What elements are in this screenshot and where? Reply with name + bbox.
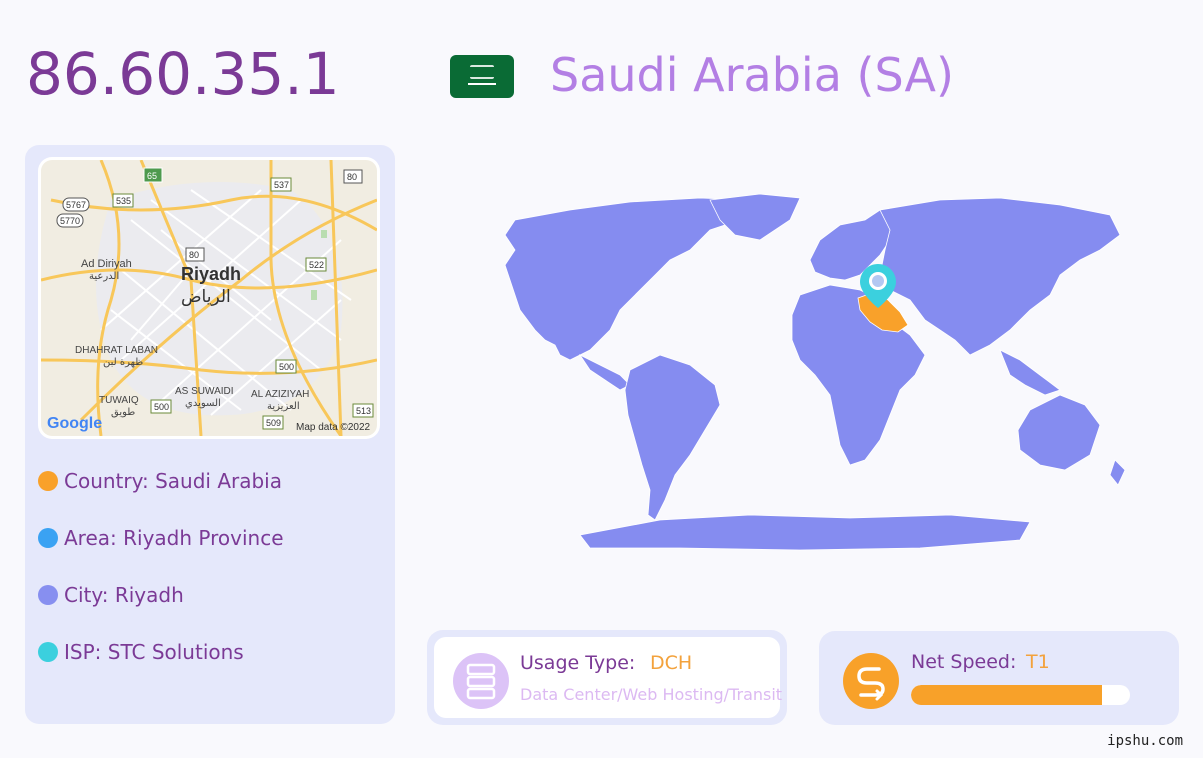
south-america [624,354,721,521]
road-shield: 80 [189,250,199,260]
map-label-ar: السويدي [185,398,221,409]
usage-type-inner: Usage Type: DCH Data Center/Web Hosting/… [434,637,783,718]
map-label-en: AL AZIZIYAH [251,389,309,400]
road-shield: 522 [309,260,324,270]
se-asia [999,349,1061,396]
north-america [504,197,751,361]
info-isp: ISP: STC Solutions [38,640,244,664]
info-area-label: Area: Riyadh Province [64,526,284,550]
isp-dot-icon [38,642,58,662]
road-shield: 513 [356,406,371,416]
road-shield: 5767 [66,200,86,210]
speed-route-icon [843,653,899,709]
info-area: Area: Riyadh Province [38,526,284,550]
ip-address: 86.60.35.1 [26,40,340,108]
saudi-flag-icon [450,55,514,98]
location-panel: Riyadh الرياض Ad Diriyah الدرعية DHAHRAT… [25,145,395,724]
area-dot-icon [38,528,58,548]
usage-type-value: DCH [650,652,693,674]
antarctica [579,514,1031,551]
road-shield: 500 [154,402,169,412]
city-map[interactable]: Riyadh الرياض Ad Diriyah الدرعية DHAHRAT… [38,157,380,439]
net-speed-bar-fill [911,685,1102,705]
road-shield: 80 [347,172,357,182]
africa [791,284,926,466]
map-label-ar: العزيزية [267,401,300,412]
road-shield: 5770 [60,216,80,226]
google-logo: Google [47,415,102,432]
net-speed-bar [911,685,1130,705]
australia [1017,394,1101,471]
road-shield: 535 [116,196,131,206]
road-shield: 65 [147,171,157,181]
asia [879,197,1121,356]
road-shield: 500 [279,362,294,372]
country-dot-icon [38,471,58,491]
country-title: Saudi Arabia (SA) [550,48,954,102]
map-city-ar: الرياض [181,287,231,307]
net-speed-card: Net Speed: T1 [819,631,1179,725]
info-country: Country: Saudi Arabia [38,469,282,493]
world-map [504,193,1126,551]
usage-type-card: Usage Type: DCH Data Center/Web Hosting/… [427,630,787,725]
net-speed-value: T1 [1026,651,1050,673]
watermark: ipshu.com [1107,733,1183,749]
new-zealand [1109,459,1126,486]
map-label-ar: طويق [111,407,135,418]
usage-type-label: Usage Type: [520,652,636,674]
map-label-en: DHAHRAT LABAN [75,345,158,356]
road-shield: 537 [274,180,289,190]
map-label-en: Ad Diriyah [81,258,132,270]
map-label-ar: ظهرة لبن [103,357,143,368]
central-america [578,353,631,391]
usage-type-description: Data Center/Web Hosting/Transit [520,685,783,704]
info-city-label: City: Riyadh [64,583,184,607]
net-speed-label: Net Speed: [911,651,1017,673]
road-shield: 509 [266,418,281,428]
city-dot-icon [38,585,58,605]
greenland [709,193,801,241]
map-label-ar: الدرعية [89,271,119,282]
map-attribution: Map data ©2022 [296,422,371,433]
server-icon [453,653,509,709]
city-map-image: Riyadh الرياض Ad Diriyah الدرعية DHAHRAT… [41,160,377,436]
info-isp-label: ISP: STC Solutions [64,640,244,664]
map-city-en: Riyadh [181,264,241,284]
map-label-en: AS SUWAIDI [175,386,234,397]
info-city: City: Riyadh [38,583,184,607]
info-country-label: Country: Saudi Arabia [64,469,282,493]
map-label-en: TUWAIQ [99,395,139,406]
